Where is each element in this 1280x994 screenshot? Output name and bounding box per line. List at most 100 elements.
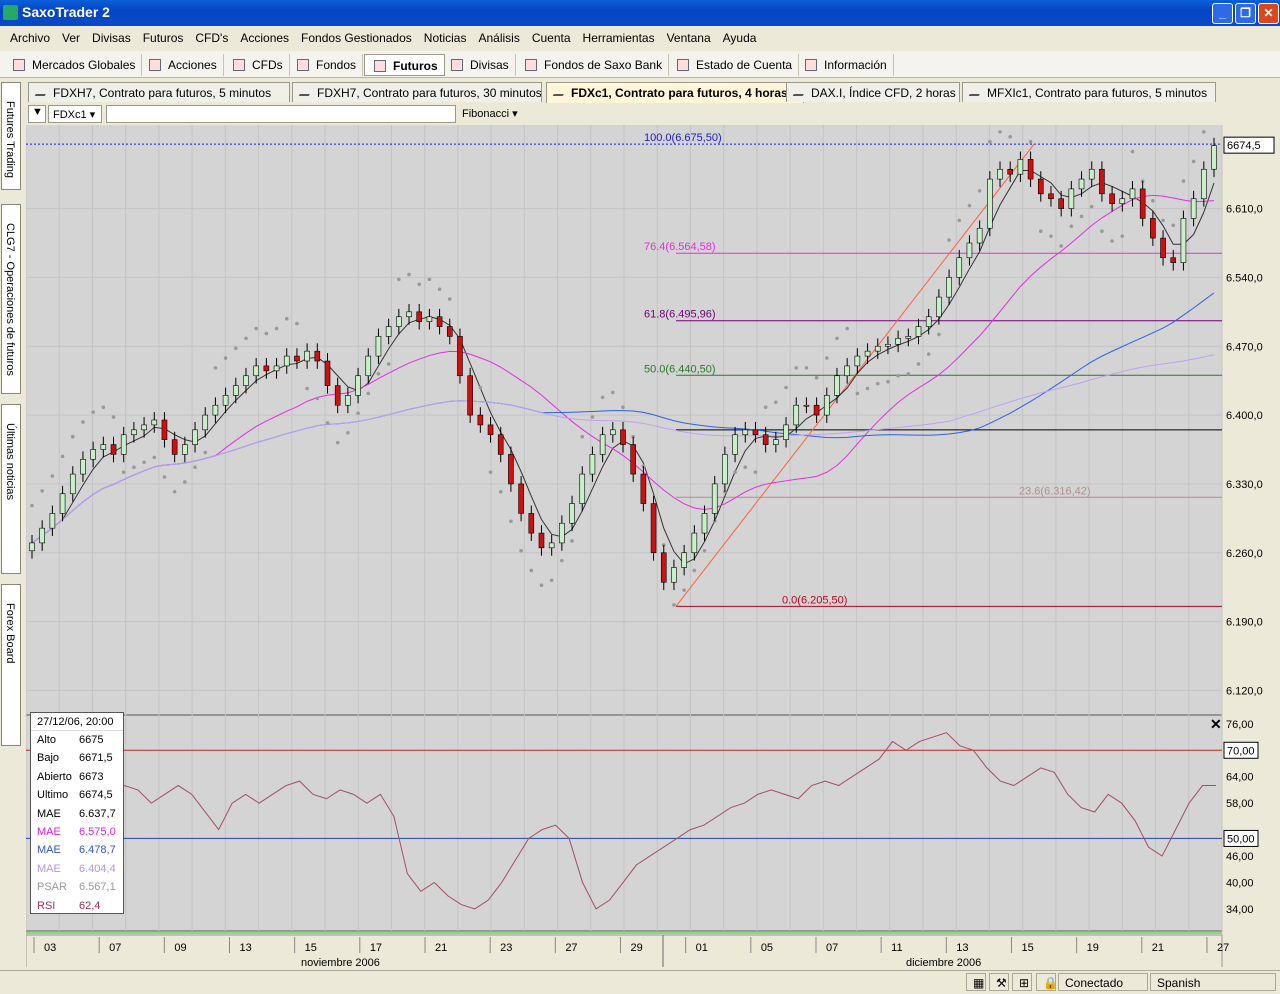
psar-dot <box>244 336 248 341</box>
toolbar-button-4[interactable]: Futuros <box>364 54 445 76</box>
sidebar-tab-3[interactable]: Forex Board <box>1 584 21 746</box>
menu-item-12[interactable]: Ayuda <box>723 31 757 45</box>
menu-item-10[interactable]: Herramientas <box>583 31 655 45</box>
fib-level-label: 0.0(6.205,50) <box>782 594 847 606</box>
toolbar-button-1[interactable]: Acciones <box>140 54 224 76</box>
candle-body <box>1027 159 1034 180</box>
tools-icon[interactable]: ⚒ <box>989 973 1009 991</box>
menu-item-5[interactable]: Acciones <box>240 31 289 45</box>
data-row: Ultimo 6674,5 <box>31 786 123 804</box>
menu-item-9[interactable]: Cuenta <box>532 31 571 45</box>
candle-body <box>559 522 565 544</box>
candle-body <box>599 434 606 455</box>
data-row: MAE 6.575,0 <box>31 823 123 841</box>
data-row-value: 6674,5 <box>79 789 113 802</box>
menu-item-0[interactable]: Archivo <box>10 31 50 45</box>
psar-dot <box>906 371 911 376</box>
data-row-value: 6675 <box>79 734 104 746</box>
psar-dot <box>753 470 758 474</box>
toolbar-button-6[interactable]: Fondos de Saxo Bank <box>516 54 670 76</box>
fib-level-label: 76.4(6.564,58) <box>644 241 716 253</box>
candle-body <box>793 404 800 426</box>
psar-dot <box>101 405 106 410</box>
toolbar-button-0[interactable]: Mercados Globales <box>4 54 143 76</box>
menu-item-2[interactable]: Divisas <box>92 31 131 45</box>
price-chart-svg[interactable]: 6.610,0 6.540,0 6.470,0 6.400,0 6.330,0 6.260… <box>25 106 1276 972</box>
candle-body <box>396 316 402 327</box>
menu-item-11[interactable]: Ventana <box>667 31 711 45</box>
candle-body <box>324 360 331 386</box>
sidebar-tab-0[interactable]: Futures Trading <box>1 82 21 190</box>
chart-tab-2[interactable]: FDXc1, Contrato para futuros, 4 horas <box>546 82 804 103</box>
toolbar-button-5[interactable]: Divisas <box>442 54 516 76</box>
data-row: MAE 6.404,4 <box>31 860 123 878</box>
data-row: Alto 6675 <box>31 731 123 749</box>
psar-dot <box>1151 198 1155 203</box>
toolbar-icon-2 <box>233 59 245 71</box>
data-row-label: PSAR <box>37 881 67 894</box>
symbol-input[interactable] <box>106 105 456 123</box>
psar-dot <box>580 434 585 439</box>
study-select[interactable]: Fibonacci ▾ <box>458 105 524 123</box>
candle-body <box>834 375 840 396</box>
psar-dot <box>30 503 34 508</box>
menu-item-3[interactable]: Futuros <box>143 31 184 45</box>
toolbar-button-2[interactable]: CFDs <box>224 54 290 76</box>
chart-tab-4[interactable]: MFXIc1, Contrato para futuros, 5 minutos <box>962 82 1216 102</box>
sidebar-tab-1[interactable]: CLG7 - Operaciones de futuros <box>1 204 21 394</box>
menu-item-6[interactable]: Fondos Gestionados <box>301 31 412 45</box>
chart-tab-1[interactable]: FDXH7, Contrato para futuros, 30 minutos <box>292 82 542 102</box>
psar-dot <box>1171 223 1176 228</box>
date-tick-label: 27 <box>565 942 577 954</box>
menu-item-4[interactable]: CFD's <box>195 31 228 45</box>
symbol-select[interactable]: FDXc1 ▾ <box>48 105 102 123</box>
date-axis <box>25 934 1223 972</box>
psar-dot <box>529 568 534 573</box>
candle-body <box>681 552 687 568</box>
toolbar-button-3[interactable]: Fondos <box>288 54 364 76</box>
menu-item-1[interactable]: Ver <box>62 31 80 45</box>
fib-level-label: 50.0(6.440,50) <box>644 363 716 375</box>
maximize-button[interactable]: ❐ <box>1235 3 1256 24</box>
candle-body <box>905 336 912 339</box>
chart-area[interactable]: 6.610,0 6.540,0 6.470,0 6.400,0 6.330,0 6.260… <box>25 106 1276 972</box>
candle-body <box>131 429 137 436</box>
candle-body <box>355 375 361 396</box>
month-label: diciembre 2006 <box>906 957 981 967</box>
psar-dot <box>784 385 788 390</box>
candle-body <box>538 532 545 549</box>
psar-dot <box>611 390 615 395</box>
network-icon[interactable]: ⊞ <box>1012 973 1032 991</box>
toolbar-label-3: Fondos <box>316 58 357 72</box>
chart-menu-button[interactable]: ▼ <box>28 105 46 123</box>
psar-dot <box>947 238 951 242</box>
chart-controls: ▼ FDXc1 ▾ Fibonacci ▾ <box>26 103 1276 125</box>
menu-item-7[interactable]: Noticias <box>424 31 467 45</box>
toolbar-button-8[interactable]: Información <box>796 54 894 76</box>
last-price-label: 6674,5 <box>1227 140 1261 152</box>
chart-tab-3[interactable]: DAX.I, Índice CFD, 2 horas <box>786 82 960 102</box>
grid-icon[interactable]: ▦ <box>966 973 986 991</box>
close-button[interactable]: ✕ <box>1258 3 1279 24</box>
candle-body <box>610 429 616 436</box>
candle-body <box>1129 188 1136 200</box>
fib-level-label: 61.8(6.495,96) <box>644 309 716 321</box>
psar-dot <box>172 489 177 494</box>
candle-body <box>691 532 698 554</box>
toolbar-button-7[interactable]: Estado de Cuenta <box>668 54 800 76</box>
chart-tab-0[interactable]: FDXH7, Contrato para futuros, 5 minutos <box>28 82 290 102</box>
candle-body <box>1211 145 1217 170</box>
candle-body <box>182 444 188 455</box>
close-panel-icon: ✕ <box>1210 716 1222 732</box>
candle-body <box>467 375 473 416</box>
psar-dot <box>967 203 972 208</box>
psar-dot <box>193 465 197 470</box>
candle-body <box>752 429 759 436</box>
menu-item-8[interactable]: Análisis <box>478 31 519 45</box>
minimize-button[interactable]: _ <box>1212 3 1233 24</box>
date-tick-label: 15 <box>305 942 317 954</box>
candle-body <box>885 343 891 347</box>
psar-dot <box>835 336 839 341</box>
sidebar-tab-2[interactable]: Últimas noticias <box>1 404 21 574</box>
data-row: Bajo 6671,5 <box>31 749 123 767</box>
